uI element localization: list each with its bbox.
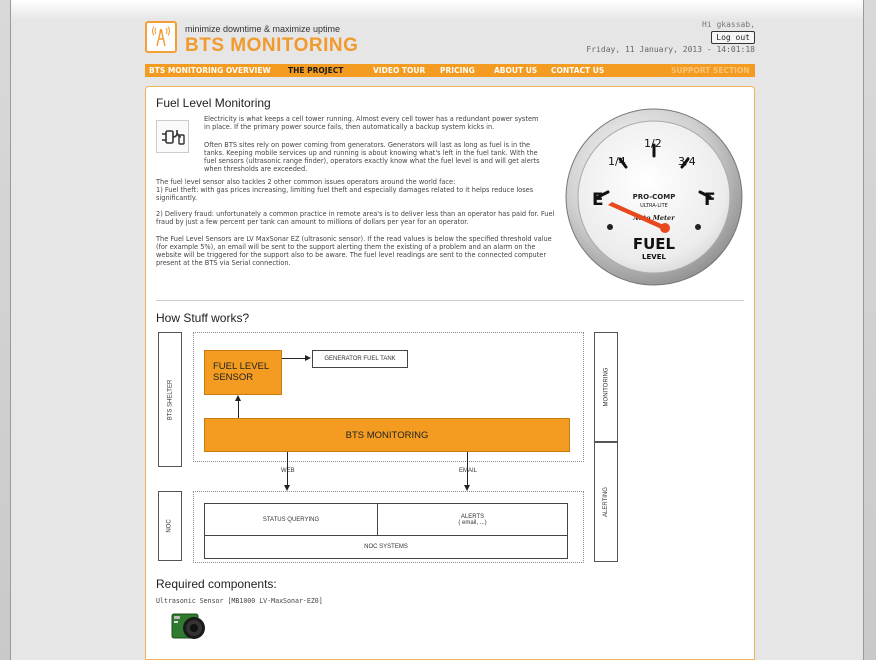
gauge-screw-right [695, 224, 701, 230]
bts-shelter-box: BTS SHELTER [158, 332, 182, 467]
fuel-paragraph-4: 2) Delivery fraud: unfortunately a commo… [156, 210, 555, 226]
alerts-box: ALERTS ( email, ...) [377, 503, 568, 536]
nav-video-tour[interactable]: VIDEO TOUR [373, 66, 425, 75]
site-tagline: minimize downtime & maximize uptime [185, 24, 341, 34]
nav-support-section[interactable]: SUPPORT SECTION [671, 66, 750, 75]
sensor-to-tank-line [282, 358, 306, 359]
content-panel: Fuel Level Monitoring Electricity is wha… [145, 86, 755, 660]
user-greeting: Hi gkassab, [702, 20, 755, 29]
monitoring-box: MONITORING [594, 332, 618, 442]
fuel-paragraph-3a: The fuel level sensor also tackles 2 oth… [156, 178, 456, 186]
gauge-word-fuel: FUEL [633, 235, 676, 253]
gauge-brand-ultralite: ULTRA-LITE [640, 203, 668, 209]
email-label: EMAIL [459, 468, 478, 474]
tower-logo-icon[interactable] [145, 21, 177, 53]
site-header: minimize downtime & maximize uptime BTS … [145, 18, 755, 62]
fuel-level-sensor-box: FUEL LEVEL SENSOR [204, 350, 282, 395]
noc-box: NOC [158, 491, 182, 561]
nav-about-us[interactable]: ABOUT US [494, 66, 537, 75]
logout-button[interactable]: Log out [711, 31, 755, 44]
fuel-section-title: Fuel Level Monitoring [156, 96, 271, 110]
bts-shelter-label: BTS SHELTER [167, 379, 174, 420]
site-brand[interactable]: BTS MONITORING [185, 35, 358, 57]
noc-systems-box: NOC SYSTEMS [204, 535, 568, 559]
nav-the-project[interactable]: THE PROJECT [288, 66, 343, 75]
gauge-label-full: F [704, 190, 716, 210]
generator-tank-box: GENERATOR FUEL TANK [312, 350, 408, 368]
fuel-gauge: 1/4 1/2 3/4 E F PRO-COMP ULTRA-LITE Auto… [565, 108, 743, 286]
fuel-paragraph-5: The Fuel Level Sensors are LV MaxSonar E… [156, 235, 552, 267]
bts-monitoring-box: BTS MONITORING [204, 418, 570, 452]
gauge-brand-procomp: PRO-COMP [633, 193, 676, 201]
monitor-to-sensor-line [238, 401, 239, 418]
web-arrow-line [287, 452, 288, 486]
nav-overview[interactable]: BTS MONITORING OVERVIEW [149, 66, 271, 75]
sensor-line-1: FUEL LEVEL [213, 361, 270, 372]
fuel-paragraph-2: Often BTS sites rely on power coming fro… [204, 141, 540, 173]
status-querying-box: STATUS QUERYING [204, 503, 378, 536]
gauge-label-three-quarter: 3/4 [678, 155, 696, 168]
nav-contact-us[interactable]: CONTACT US [551, 66, 604, 75]
sensor-line-2: SENSOR [213, 372, 254, 383]
current-datetime: Friday, 11 January, 2013 - 14:01:18 [586, 45, 755, 54]
plug-icon [156, 120, 189, 153]
gauge-label-half: 1/2 [644, 137, 662, 150]
how-section-title: How Stuff works? [156, 311, 250, 325]
alerts-sub-label: ( email, ...) [458, 519, 487, 526]
gauge-pivot [660, 223, 670, 233]
gauge-label-quarter: 1/4 [608, 155, 626, 168]
arrow-down-icon [464, 485, 470, 491]
section-divider [156, 300, 744, 301]
gauge-word-level: LEVEL [642, 253, 666, 261]
fuel-paragraph-3b: 1) Fuel theft: with gas prices increasin… [156, 186, 534, 202]
monitoring-label: MONITORING [603, 367, 610, 407]
main-nav: BTS MONITORING OVERVIEW THE PROJECT VIDE… [145, 64, 755, 77]
alerting-label: ALERTING [603, 487, 609, 517]
gauge-screw-left [607, 224, 613, 230]
noc-label: NOC [167, 519, 173, 533]
sensor-image[interactable] [170, 608, 210, 644]
sensor-caption: Ultrasonic Sensor [MB1000 LV-MaxSonar-EZ… [156, 597, 323, 605]
email-arrow-line [467, 452, 468, 486]
fuel-paragraph-1: Electricity is what keeps a cell tower r… [204, 115, 539, 131]
required-section-title: Required components: [156, 577, 277, 591]
alerting-box: ALERTING [594, 442, 618, 562]
arrow-down-icon [284, 485, 290, 491]
arrow-up-icon [235, 395, 241, 401]
gauge-label-empty: E [592, 190, 604, 210]
nav-pricing[interactable]: PRICING [440, 66, 475, 75]
arrow-right-icon [305, 355, 311, 361]
